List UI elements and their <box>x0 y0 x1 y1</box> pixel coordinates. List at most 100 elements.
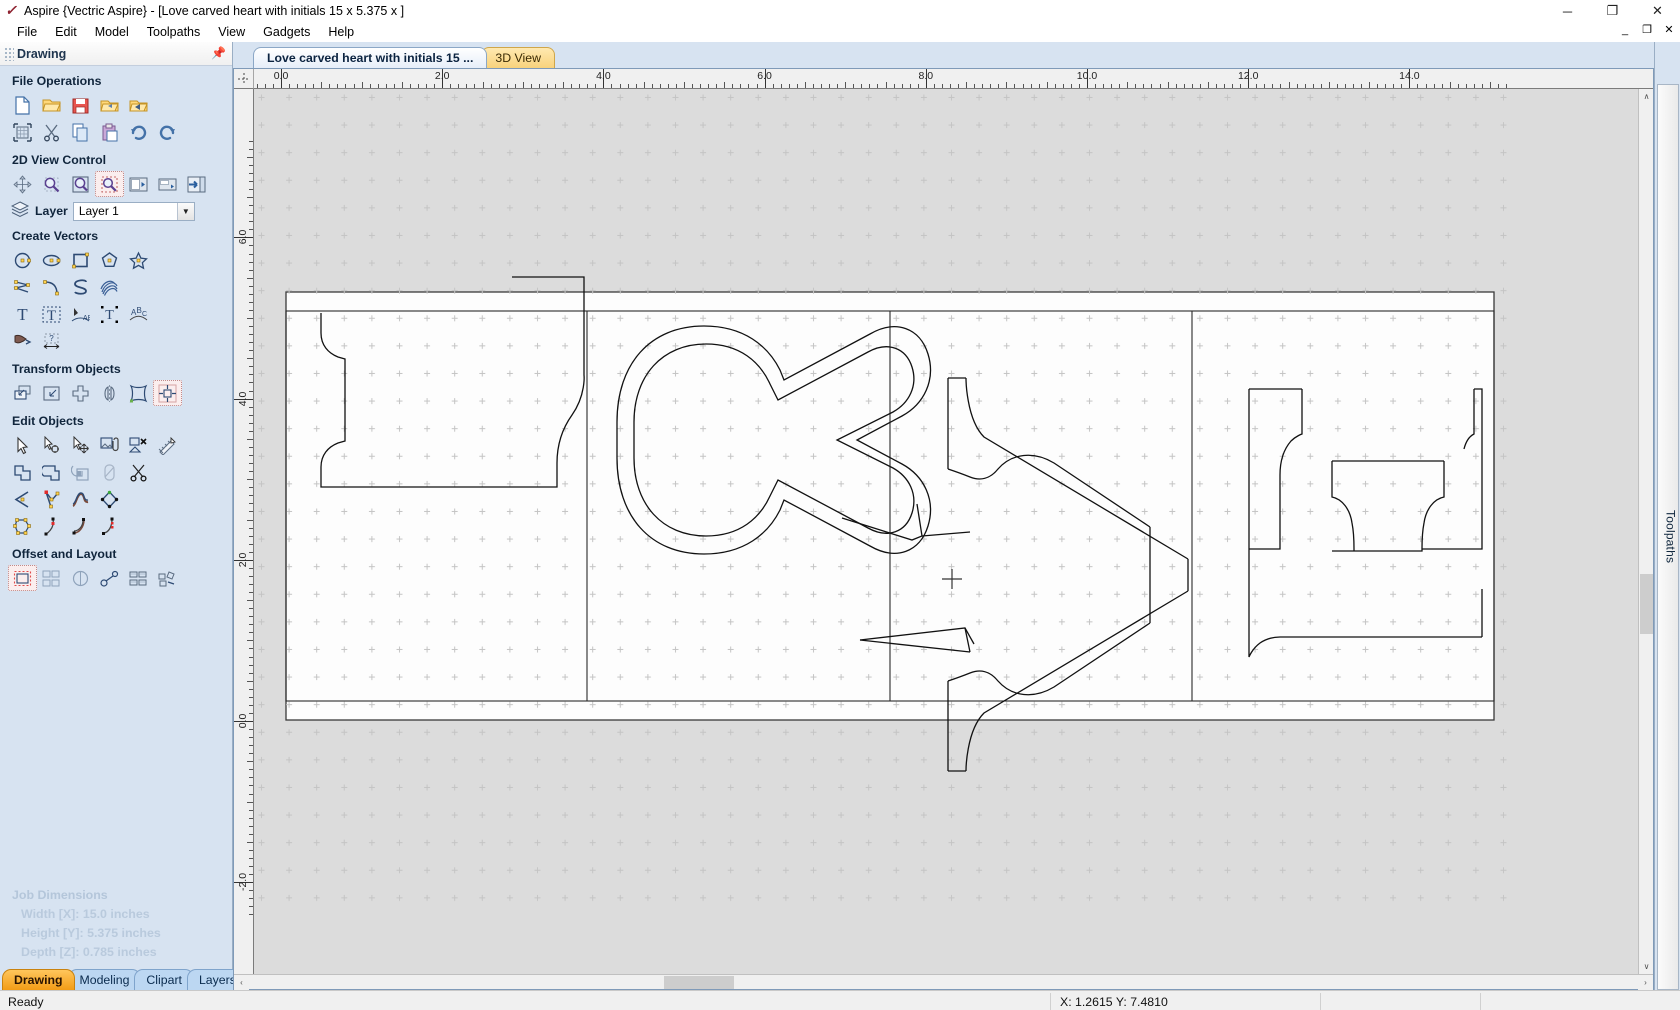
weld-icon[interactable] <box>8 459 37 485</box>
mirror-icon[interactable] <box>95 380 124 406</box>
scale-icon[interactable] <box>37 380 66 406</box>
toolpaths-tab[interactable]: Toolpaths <box>1656 84 1679 990</box>
arc-icon[interactable] <box>37 274 66 300</box>
chevron-down-icon[interactable]: ▼ <box>176 202 194 220</box>
pan-icon[interactable] <box>8 171 37 197</box>
rotate-icon[interactable] <box>66 380 95 406</box>
subtract-icon[interactable] <box>37 459 66 485</box>
offset-vectors-icon[interactable] <box>8 565 37 591</box>
panel-grip-icon[interactable] <box>4 46 14 61</box>
plate-layout-icon[interactable] <box>124 565 153 591</box>
vertical-scroll-thumb[interactable] <box>1640 574 1653 634</box>
window-close-button[interactable]: ✕ <box>1635 0 1680 22</box>
zoom-extents-icon[interactable] <box>95 171 124 197</box>
move-nodes-icon[interactable] <box>66 432 95 458</box>
window-minimize-button[interactable]: ─ <box>1545 0 1590 22</box>
join-open-vectors-icon[interactable] <box>8 486 37 512</box>
mdi-minimize-button[interactable]: _ <box>1618 24 1632 36</box>
window-maximize-button[interactable]: ❐ <box>1590 0 1635 22</box>
trim-icon[interactable] <box>95 459 124 485</box>
text-box-icon[interactable]: T <box>37 301 66 327</box>
node-edit-icon[interactable] <box>37 432 66 458</box>
create-fillet-icon[interactable] <box>8 513 37 539</box>
select-icon[interactable] <box>8 432 37 458</box>
scroll-left-button[interactable]: ‹ <box>234 975 249 990</box>
rectangle-icon[interactable] <box>66 247 95 273</box>
undo-icon[interactable] <box>124 119 153 145</box>
draw-text-icon[interactable]: T <box>8 301 37 327</box>
mdi-restore-button[interactable]: ❐ <box>1640 23 1654 36</box>
dimension-icon[interactable]: ? <box>37 328 66 354</box>
mdi-close-button[interactable]: ✕ <box>1662 23 1676 36</box>
paste-icon[interactable] <box>95 119 124 145</box>
distort-icon[interactable] <box>124 380 153 406</box>
import-bitmap-icon[interactable] <box>124 92 153 118</box>
tab-modeling[interactable]: Modeling <box>67 969 142 990</box>
star-icon[interactable] <box>124 247 153 273</box>
redo-icon[interactable] <box>153 119 182 145</box>
tab-drawing[interactable]: Drawing <box>2 969 75 990</box>
curve-icon[interactable] <box>66 274 95 300</box>
menu-item-view[interactable]: View <box>209 24 254 40</box>
menu-item-toolpaths[interactable]: Toolpaths <box>138 24 210 40</box>
insert-node-icon[interactable] <box>95 513 124 539</box>
node-start-icon[interactable] <box>37 513 66 539</box>
vertical-ruler[interactable]: 6.0 4.0 2.0 0.0 -2.0 <box>234 89 254 974</box>
menu-item-gadgets[interactable]: Gadgets <box>254 24 319 40</box>
job-setup-icon[interactable] <box>8 119 37 145</box>
ellipse-icon[interactable] <box>37 247 66 273</box>
align-objects-icon[interactable] <box>153 380 182 406</box>
zoom-selection-icon[interactable] <box>66 171 95 197</box>
scroll-down-button[interactable]: ∨ <box>1639 959 1653 974</box>
intersect-icon[interactable] <box>66 459 95 485</box>
scroll-up-button[interactable]: ∧ <box>1639 89 1653 104</box>
array-copy-icon[interactable] <box>37 565 66 591</box>
measure-icon[interactable] <box>153 432 182 458</box>
menu-item-model[interactable]: Model <box>86 24 138 40</box>
auto-text-layout-icon[interactable]: T <box>95 301 124 327</box>
offset-outline-icon[interactable] <box>95 486 124 512</box>
ruler-origin-box[interactable] <box>234 69 254 89</box>
text-on-arc-icon[interactable]: ABC <box>124 301 153 327</box>
spiral-icon[interactable] <box>95 274 124 300</box>
close-vector-icon[interactable] <box>37 486 66 512</box>
new-file-icon[interactable] <box>8 92 37 118</box>
horizontal-scroll-thumb[interactable] <box>664 976 734 989</box>
copy-icon[interactable] <box>66 119 95 145</box>
menu-item-file[interactable]: File <box>8 24 46 40</box>
duplicate-rotated-icon[interactable] <box>153 565 182 591</box>
text-on-curve-icon[interactable]: AB <box>66 301 95 327</box>
horizontal-ruler[interactable]: 0.0 2.0 4.0 6.0 8.0 10.0 12.0 14.0 <box>254 69 1653 89</box>
menu-item-edit[interactable]: Edit <box>46 24 86 40</box>
layer-combo-box[interactable]: Layer 1 ▼ <box>72 201 195 221</box>
scroll-right-button[interactable]: › <box>1638 975 1653 990</box>
polyline-icon[interactable] <box>8 274 37 300</box>
save-file-icon[interactable] <box>66 92 95 118</box>
import-vectors-icon[interactable] <box>95 92 124 118</box>
open-toolpath-panel-icon[interactable] <box>182 171 211 197</box>
circle-icon[interactable] <box>8 247 37 273</box>
toggle-solid-icon[interactable] <box>153 171 182 197</box>
ungroup-icon[interactable] <box>124 432 153 458</box>
drawing-viewport[interactable] <box>254 89 1638 974</box>
document-tab-3d-view[interactable]: 3D View <box>481 47 555 68</box>
polygon-icon[interactable] <box>95 247 124 273</box>
curve-fit-icon[interactable] <box>66 513 95 539</box>
trace-bitmap-icon[interactable] <box>8 328 37 354</box>
menu-item-help[interactable]: Help <box>319 24 363 40</box>
open-file-icon[interactable] <box>37 92 66 118</box>
vector-artwork[interactable] <box>254 89 1510 919</box>
vertical-scrollbar[interactable]: ∧ ∨ <box>1638 89 1653 974</box>
fit-curve-icon[interactable] <box>66 486 95 512</box>
cut-icon[interactable] <box>37 119 66 145</box>
document-tab-2d-view[interactable]: Love carved heart with initials 15 ... <box>253 47 488 68</box>
horizontal-scrollbar[interactable]: ‹ › <box>234 974 1653 990</box>
tab-clipart[interactable]: Clipart <box>134 969 194 990</box>
scissors-icon[interactable] <box>124 459 153 485</box>
nest-parts-icon[interactable] <box>66 565 95 591</box>
move-icon[interactable] <box>8 380 37 406</box>
zoom-window-icon[interactable] <box>37 171 66 197</box>
group-icon[interactable] <box>95 432 124 458</box>
toggle-bitmap-icon[interactable] <box>124 171 153 197</box>
pin-icon[interactable]: 📌 <box>211 46 226 60</box>
